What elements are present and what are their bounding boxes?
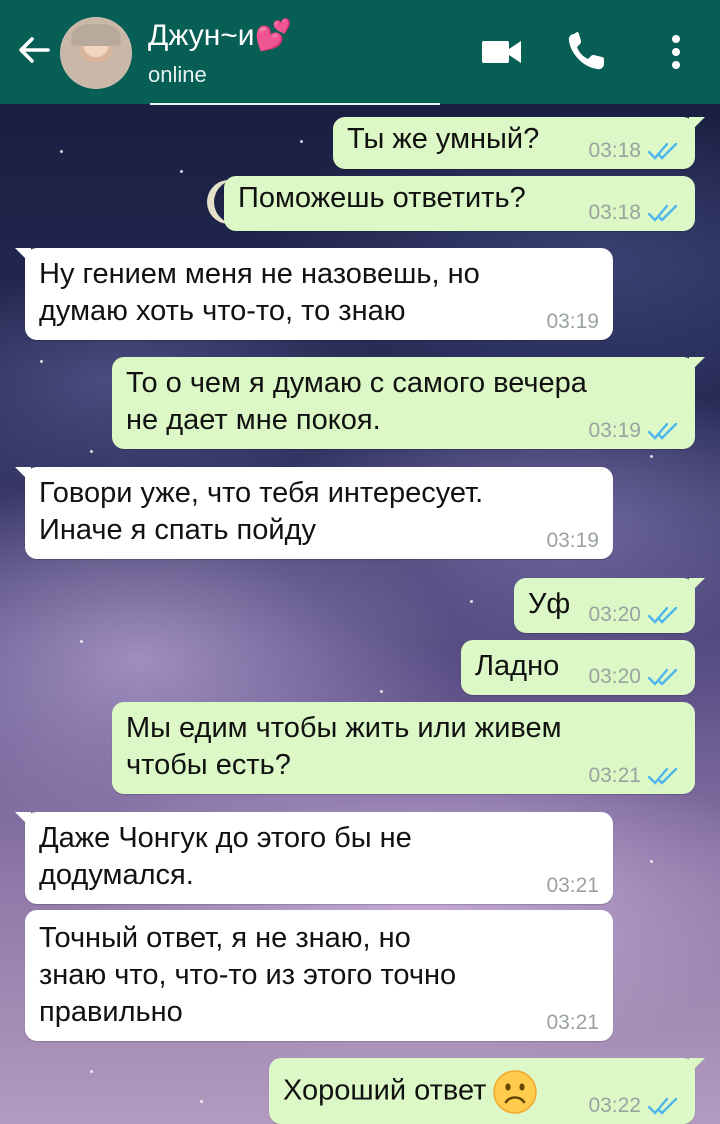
header-divider (150, 103, 440, 105)
star-decoration (650, 455, 653, 458)
message-line: Иначе я спать пойду (39, 514, 317, 546)
message-time: 03:21 (546, 1011, 599, 1034)
star-decoration (180, 170, 183, 173)
contact-name[interactable]: Джун~и💕 (148, 18, 292, 53)
message-text: Поможешь ответить? (238, 182, 526, 214)
message-text: Ты же умный? (347, 123, 540, 155)
message-text: То о чем я думаю с самого вечера не дает… (126, 365, 587, 439)
message-incoming[interactable]: Даже Чонгук до этого бы не додумался. 03… (15, 812, 613, 904)
message-outgoing[interactable]: То о чем я думаю с самого вечера не дает… (112, 357, 705, 449)
star-decoration (90, 1070, 93, 1073)
message-text: Говори уже, что тебя интересует. Иначе я… (39, 475, 483, 549)
star-decoration (80, 640, 83, 643)
vertical-dots-icon[interactable] (652, 28, 700, 76)
message-line: знаю что, что-то из этого точно (39, 959, 457, 991)
message-outgoing[interactable]: Хороший ответ 03:22 (269, 1058, 705, 1124)
message-outgoing[interactable]: Ладно 03:20 (461, 640, 695, 695)
message-outgoing[interactable]: Уф 03:20 (514, 578, 705, 633)
message-line: чтобы есть? (126, 749, 291, 781)
message-text: Мы едим чтобы жить или живем чтобы есть? (126, 710, 562, 784)
message-line: Мы едим чтобы жить или живем (126, 712, 562, 744)
message-time: 03:20 (588, 665, 641, 688)
star-decoration (60, 150, 63, 153)
star-decoration (380, 690, 383, 693)
frowning-face-emoji (493, 1070, 538, 1114)
message-time: 03:21 (588, 764, 641, 787)
chat-header: Джун~и💕 online (0, 0, 720, 104)
star-decoration (200, 1100, 203, 1103)
message-text: Хороший ответ (283, 1069, 538, 1115)
message-time: 03:18 (588, 201, 641, 224)
double-check-icon (647, 204, 678, 222)
star-decoration (90, 450, 93, 453)
message-line: правильно (39, 996, 183, 1028)
message-outgoing[interactable]: Поможешь ответить? 03:18 (224, 176, 695, 231)
double-check-icon (647, 668, 678, 686)
message-time: 03:21 (546, 874, 599, 897)
message-line: Говори уже, что тебя интересует. (39, 477, 484, 509)
message-line: додумался. (39, 859, 194, 891)
message-time: 03:18 (588, 139, 641, 162)
message-line: То о чем я думаю с самого вечера (126, 367, 587, 399)
double-check-icon (647, 767, 678, 785)
message-outgoing[interactable]: Мы едим чтобы жить или живем чтобы есть?… (112, 702, 695, 794)
double-check-icon (647, 606, 678, 624)
message-text: Даже Чонгук до этого бы не додумался. (39, 820, 412, 894)
contact-status: online (148, 62, 207, 87)
star-decoration (40, 360, 43, 363)
arrow-left-icon[interactable] (14, 30, 54, 70)
message-incoming[interactable]: Точный ответ, я не знаю, но знаю что, чт… (25, 910, 613, 1041)
message-line: Хороший ответ (283, 1074, 487, 1107)
message-line: не дает мне покоя. (126, 404, 381, 436)
message-text: Ну гением меня не назовешь, но думаю хот… (39, 256, 480, 330)
double-check-icon (647, 422, 678, 440)
message-time: 03:20 (588, 603, 641, 626)
message-line: думаю хоть что-то, то знаю (39, 295, 406, 327)
message-line: Точный ответ, я не знаю, но (39, 922, 411, 954)
message-incoming[interactable]: Говори уже, что тебя интересует. Иначе я… (15, 467, 613, 559)
message-incoming[interactable]: Ну гением меня не назовешь, но думаю хот… (15, 248, 613, 340)
message-line: Даже Чонгук до этого бы не (39, 822, 412, 854)
message-text: Точный ответ, я не знаю, но знаю что, чт… (39, 920, 456, 1031)
phone-icon[interactable] (562, 28, 610, 76)
message-time: 03:19 (546, 310, 599, 333)
star-decoration (300, 140, 303, 143)
message-time: 03:22 (588, 1094, 641, 1117)
double-check-icon (647, 142, 678, 160)
video-camera-icon[interactable] (478, 28, 526, 76)
message-line: Ну гением меня не назовешь, но (39, 258, 480, 290)
star-decoration (650, 860, 653, 863)
message-text: Уф (528, 588, 571, 620)
message-time: 03:19 (588, 419, 641, 442)
message-time: 03:19 (546, 529, 599, 552)
message-text: Ладно (475, 650, 560, 682)
star-decoration (470, 600, 473, 603)
double-check-icon (647, 1097, 678, 1115)
avatar[interactable] (60, 17, 132, 89)
message-outgoing[interactable]: Ты же умный? 03:18 (333, 117, 705, 169)
